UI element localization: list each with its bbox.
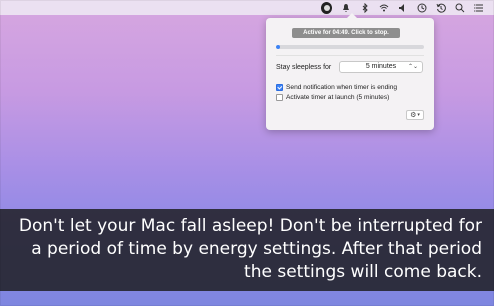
settings-menu-button[interactable]: ⚙ ▾ [406, 110, 424, 120]
timer-progress-bar [276, 45, 424, 49]
amphetamine-popover: Active for 04:49. Click to stop. Stay sl… [266, 13, 434, 130]
wifi-icon[interactable] [378, 2, 389, 13]
duration-value: 5 minutes [365, 63, 397, 70]
bluetooth-icon[interactable] [359, 2, 370, 13]
menu-bar [0, 0, 494, 15]
clock-icon[interactable] [416, 2, 427, 13]
time-machine-icon[interactable] [435, 2, 446, 13]
caption-overlay: Don't let your Mac fall asleep! Don't be… [0, 209, 494, 291]
search-icon[interactable] [454, 2, 465, 13]
active-stop-button[interactable]: Active for 04:49. Click to stop. [292, 28, 400, 38]
divider [276, 55, 424, 56]
duration-select[interactable]: 5 minutes ⌃⌄ [339, 61, 423, 73]
notify-checkbox[interactable] [276, 84, 283, 91]
launch-option[interactable]: Activate timer at launch (5 minutes) [276, 94, 389, 101]
caption-text: Don't let your Mac fall asleep! Don't be… [18, 216, 482, 282]
notify-label: Send notification when timer is ending [286, 84, 398, 91]
launch-checkbox[interactable] [276, 94, 283, 101]
select-arrows-icon: ⌃⌄ [407, 64, 418, 70]
chevron-down-icon: ▾ [417, 112, 420, 118]
notifications-icon[interactable] [340, 2, 351, 13]
timer-progress-fill [276, 45, 281, 49]
launch-label: Activate timer at launch (5 minutes) [286, 94, 390, 101]
list-icon[interactable] [473, 2, 484, 13]
notify-option[interactable]: Send notification when timer is ending [276, 84, 397, 91]
gear-icon: ⚙ [410, 112, 417, 119]
stay-sleepless-label: Stay sleepless for [276, 64, 332, 71]
volume-icon[interactable] [397, 2, 408, 13]
amphetamine-active-icon[interactable] [321, 1, 332, 14]
